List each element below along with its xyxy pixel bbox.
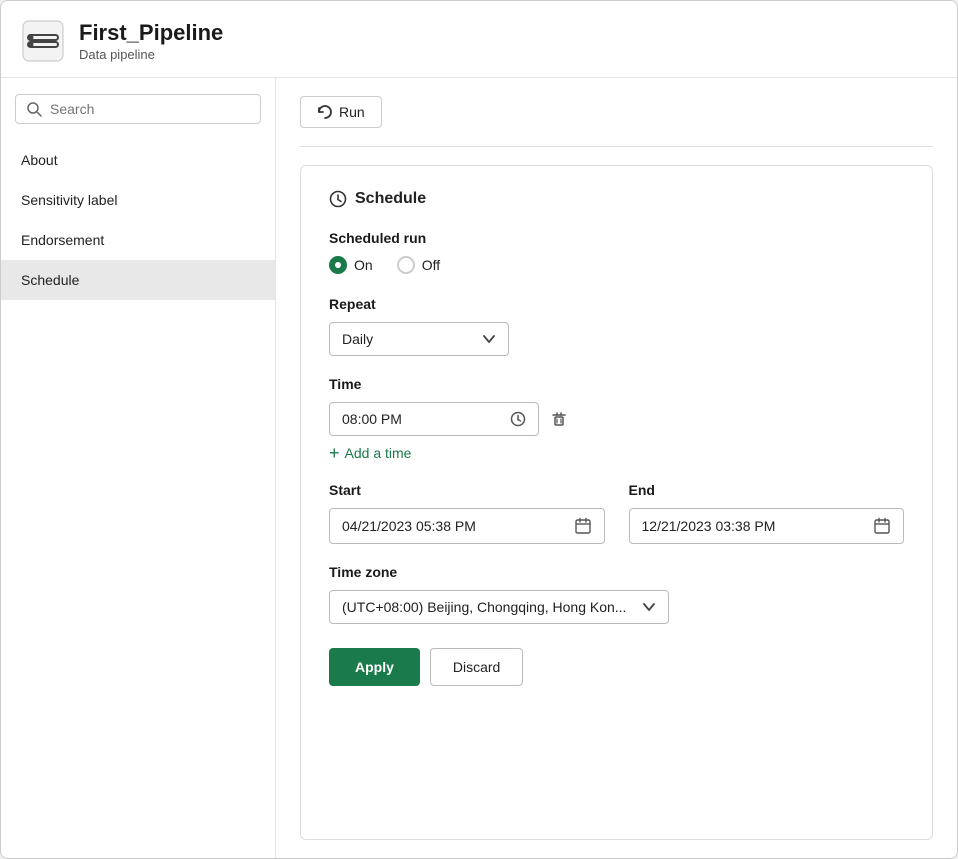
end-input[interactable]: 12/21/2023 03:38 PM bbox=[629, 508, 905, 544]
clock-icon bbox=[510, 411, 526, 427]
radio-off-circle bbox=[397, 256, 415, 274]
start-field: Start 04/21/2023 05:38 PM bbox=[329, 482, 605, 544]
start-label: Start bbox=[329, 482, 605, 498]
time-group: Time 08:00 PM bbox=[329, 376, 904, 462]
run-button[interactable]: Run bbox=[300, 96, 382, 128]
end-field: End 12/21/2023 03:38 PM bbox=[629, 482, 905, 544]
schedule-panel: Schedule Scheduled run On Off bbox=[300, 165, 933, 840]
radio-group: On Off bbox=[329, 256, 904, 274]
main-window: First_Pipeline Data pipeline About Sensi… bbox=[0, 0, 958, 859]
radio-on-circle bbox=[329, 256, 347, 274]
sidebar-item-schedule[interactable]: Schedule bbox=[1, 260, 275, 300]
repeat-group: Repeat Daily bbox=[329, 296, 904, 356]
chevron-down-icon bbox=[482, 332, 496, 346]
apply-button[interactable]: Apply bbox=[329, 648, 420, 686]
calendar-icon-start bbox=[574, 517, 592, 535]
toolbar: Run bbox=[300, 96, 933, 128]
sidebar-item-about[interactable]: About bbox=[1, 140, 275, 180]
pipeline-subtitle: Data pipeline bbox=[79, 47, 223, 62]
scheduled-run-label: Scheduled run bbox=[329, 230, 904, 246]
timezone-label: Time zone bbox=[329, 564, 904, 580]
repeat-label: Repeat bbox=[329, 296, 904, 312]
date-row: Start 04/21/2023 05:38 PM E bbox=[329, 482, 904, 544]
repeat-select[interactable]: Daily bbox=[329, 322, 509, 356]
schedule-clock-icon bbox=[329, 190, 347, 208]
main-content: Run Schedule Scheduled run bbox=[276, 78, 957, 858]
button-row: Apply Discard bbox=[329, 648, 904, 686]
body: About Sensitivity label Endorsement Sche… bbox=[1, 78, 957, 858]
run-icon bbox=[317, 104, 333, 120]
delete-time-icon[interactable] bbox=[549, 409, 569, 429]
search-icon bbox=[26, 101, 42, 117]
radio-on[interactable]: On bbox=[329, 256, 373, 274]
add-time-link[interactable]: + Add a time bbox=[329, 444, 904, 462]
schedule-header: Schedule bbox=[329, 190, 904, 208]
search-box[interactable] bbox=[15, 94, 261, 124]
calendar-icon-end bbox=[873, 517, 891, 535]
sidebar-item-endorsement[interactable]: Endorsement bbox=[1, 220, 275, 260]
sidebar-item-sensitivity-label[interactable]: Sensitivity label bbox=[1, 180, 275, 220]
time-label: Time bbox=[329, 376, 904, 392]
pipeline-title: First_Pipeline bbox=[79, 20, 223, 46]
sidebar: About Sensitivity label Endorsement Sche… bbox=[1, 78, 276, 858]
end-label: End bbox=[629, 482, 905, 498]
start-input[interactable]: 04/21/2023 05:38 PM bbox=[329, 508, 605, 544]
time-row: 08:00 PM bbox=[329, 402, 904, 436]
plus-icon: + bbox=[329, 444, 340, 462]
search-input[interactable] bbox=[50, 101, 250, 117]
header-text: First_Pipeline Data pipeline bbox=[79, 20, 223, 62]
chevron-down-icon-tz bbox=[642, 600, 656, 614]
timezone-select[interactable]: (UTC+08:00) Beijing, Chongqing, Hong Kon… bbox=[329, 590, 669, 624]
divider bbox=[300, 146, 933, 147]
scheduled-run-group: Scheduled run On Off bbox=[329, 230, 904, 274]
timezone-group: Time zone (UTC+08:00) Beijing, Chongqing… bbox=[329, 564, 904, 624]
time-input[interactable]: 08:00 PM bbox=[329, 402, 539, 436]
discard-button[interactable]: Discard bbox=[430, 648, 523, 686]
pipeline-icon bbox=[21, 19, 65, 63]
radio-off[interactable]: Off bbox=[397, 256, 440, 274]
header: First_Pipeline Data pipeline bbox=[1, 1, 957, 78]
